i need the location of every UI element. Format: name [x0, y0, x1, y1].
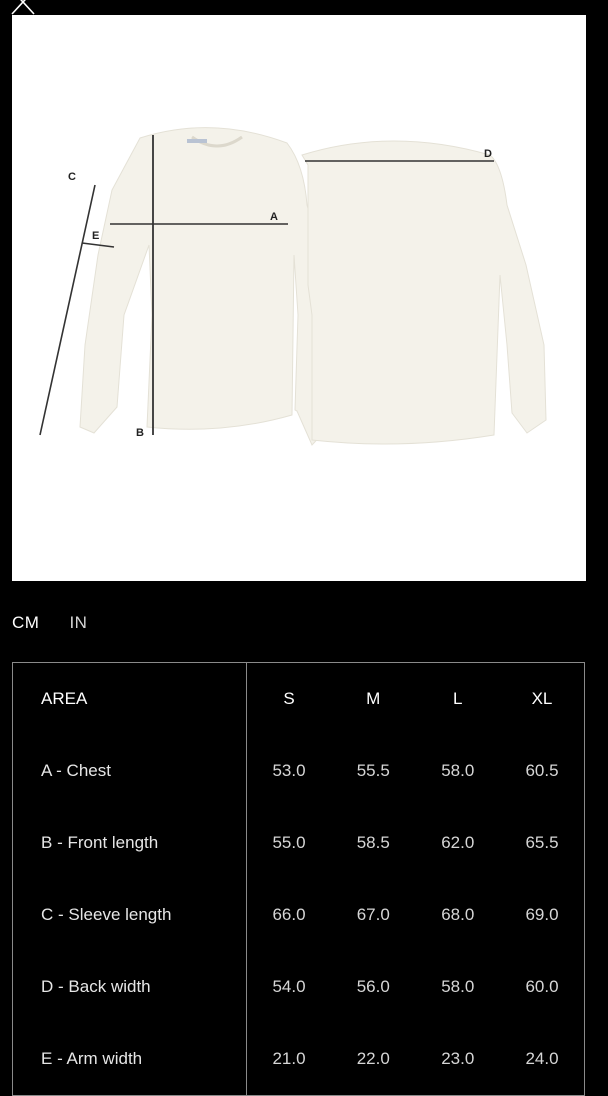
table-cell: 58.5 [356, 833, 390, 852]
header-size-xl: XL [531, 689, 553, 708]
close-icon[interactable] [10, 0, 36, 16]
table-row: B - Front length 55.0 58.5 62.0 65.5 [12, 807, 585, 879]
table-cell: 56.0 [356, 977, 390, 996]
table-cell: 55.5 [356, 761, 390, 780]
tab-in[interactable]: IN [69, 613, 87, 633]
measurement-diagram: C E A B D [12, 15, 586, 581]
area-letter: E [41, 1049, 53, 1068]
table-row: C - Sleeve length 66.0 67.0 68.0 69.0 [12, 879, 585, 951]
label-d: D [484, 148, 492, 160]
area-name: Back width [68, 977, 151, 996]
table-cell: 21.0 [272, 1049, 306, 1068]
area-name: Sleeve length [68, 905, 172, 924]
size-table: AREA S M L XL A - Chest 53.0 55.5 58.0 6… [12, 662, 585, 1096]
table-cell: 22.0 [356, 1049, 390, 1068]
table-row: E - Arm width 21.0 22.0 23.0 24.0 [12, 1023, 585, 1096]
area-separator: - [57, 833, 63, 852]
table-cell: 66.0 [272, 905, 306, 924]
area-letter: A [41, 761, 52, 780]
area-separator: - [56, 761, 62, 780]
area-separator: - [58, 905, 64, 924]
area-name: Front length [67, 833, 159, 852]
area-separator: - [58, 977, 64, 996]
label-c: C [68, 171, 76, 183]
area-separator: - [57, 1049, 63, 1068]
table-cell: 67.0 [356, 905, 390, 924]
header-size-l: L [453, 689, 463, 708]
label-b: B [136, 427, 144, 439]
area-letter: B [41, 833, 53, 852]
table-cell: 68.0 [441, 905, 475, 924]
header-size-m: M [366, 689, 381, 708]
table-cell: 69.0 [525, 905, 559, 924]
header-area: AREA [12, 662, 247, 735]
table-header-row: AREA S M L XL [12, 662, 585, 735]
table-cell: 55.0 [272, 833, 306, 852]
sweater-front-image [79, 127, 331, 446]
label-a: A [270, 211, 278, 223]
table-cell: 24.0 [525, 1049, 559, 1068]
table-row: D - Back width 54.0 56.0 58.0 60.0 [12, 951, 585, 1023]
area-name: Chest [66, 761, 111, 780]
row-area-label: E - Arm width [12, 1023, 247, 1096]
table-cell: 60.0 [525, 977, 559, 996]
table-row: A - Chest 53.0 55.5 58.0 60.5 [12, 735, 585, 807]
row-area-label: B - Front length [12, 807, 247, 879]
table-cell: 53.0 [272, 761, 306, 780]
row-area-label: D - Back width [12, 951, 247, 1023]
table-cell: 58.0 [441, 761, 475, 780]
table-cell: 60.5 [525, 761, 559, 780]
area-letter: D [41, 977, 54, 996]
area-letter: C [41, 905, 54, 924]
unit-tabs: CM IN [12, 612, 87, 634]
table-cell: 58.0 [441, 977, 475, 996]
header-size-s: S [283, 689, 295, 708]
row-area-label: C - Sleeve length [12, 879, 247, 951]
table-cell: 54.0 [272, 977, 306, 996]
sweater-back-image [301, 140, 547, 445]
table-cell: 23.0 [441, 1049, 475, 1068]
label-e: E [92, 230, 99, 242]
area-name: Arm width [66, 1049, 143, 1068]
table-cell: 65.5 [525, 833, 559, 852]
table-cell: 62.0 [441, 833, 475, 852]
row-area-label: A - Chest [12, 735, 247, 807]
tab-cm[interactable]: CM [12, 613, 39, 633]
